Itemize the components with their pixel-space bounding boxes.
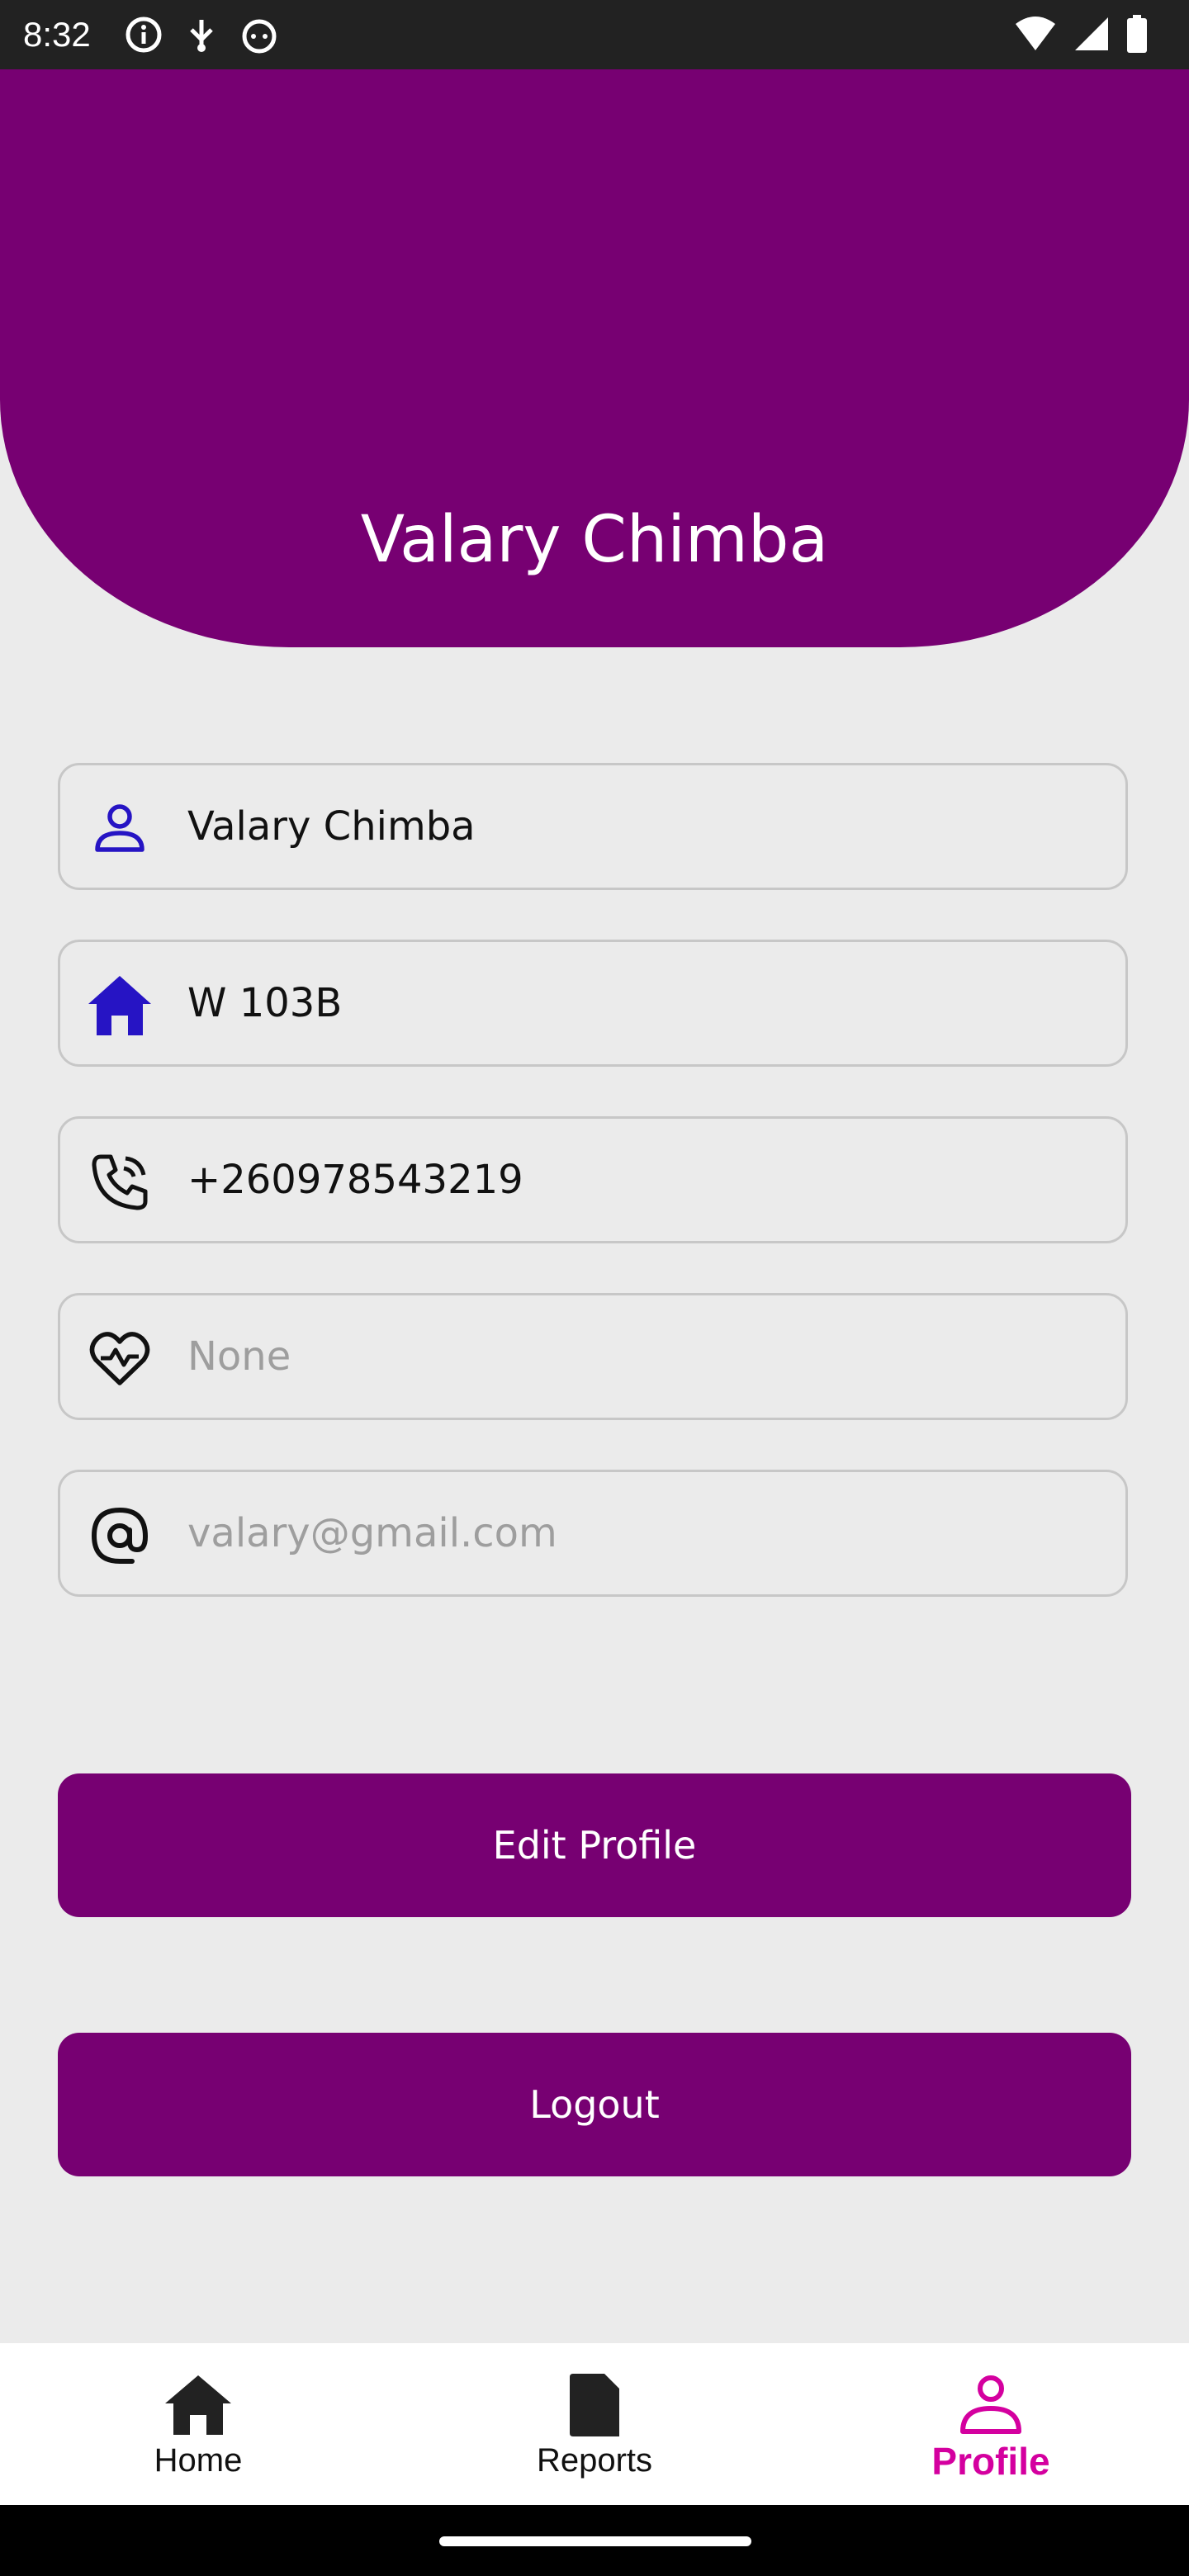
home-icon [161,2368,235,2442]
info-icon [126,17,162,53]
system-gesture-bar [0,2505,1189,2576]
heart-pulse-icon [85,1324,154,1394]
status-time: 8:32 [23,15,91,54]
person-icon [954,2368,1028,2442]
signal-icon [1075,17,1108,50]
status-system-icons [1014,15,1148,53]
phone-field[interactable]: +260978543219 [58,1116,1128,1243]
edit-profile-button[interactable]: Edit Profile [58,1773,1131,1917]
nav-label-home: Home [154,2442,243,2479]
phone-value: +260978543219 [187,1157,523,1203]
health-field[interactable]: None [58,1293,1128,1420]
address-field[interactable]: W 103B [58,940,1128,1067]
address-value: W 103B [187,980,343,1026]
phone-icon [85,1148,154,1217]
email-placeholder: valary@gmail.com [187,1510,557,1556]
gesture-handle[interactable] [439,2536,751,2546]
nav-item-reports[interactable]: Reports [396,2343,793,2505]
name-field[interactable]: Valary Chimba [58,763,1128,890]
home-icon [85,971,154,1040]
at-icon [85,1501,154,1570]
bottom-navigation: Home Reports Profile [0,2343,1189,2505]
document-icon [557,2368,632,2442]
status-bar: 8:32 [0,0,1189,69]
email-field[interactable]: valary@gmail.com [58,1470,1128,1597]
health-placeholder: None [187,1333,291,1380]
nav-label-reports: Reports [536,2442,653,2479]
profile-name-title: Valary Chimba [360,503,829,577]
battery-icon [1127,15,1147,53]
nav-label-profile: Profile [931,2440,1050,2483]
android-head-icon [242,19,277,54]
wifi-icon [1016,17,1055,50]
nav-item-home[interactable]: Home [0,2343,396,2505]
status-notification-icons [124,15,279,54]
person-icon [85,794,154,864]
profile-header: Valary Chimba [0,69,1189,647]
name-value: Valary Chimba [187,803,476,850]
logout-button[interactable]: Logout [58,2033,1131,2176]
nav-item-profile[interactable]: Profile [793,2343,1189,2505]
usb-debug-icon [190,20,213,52]
